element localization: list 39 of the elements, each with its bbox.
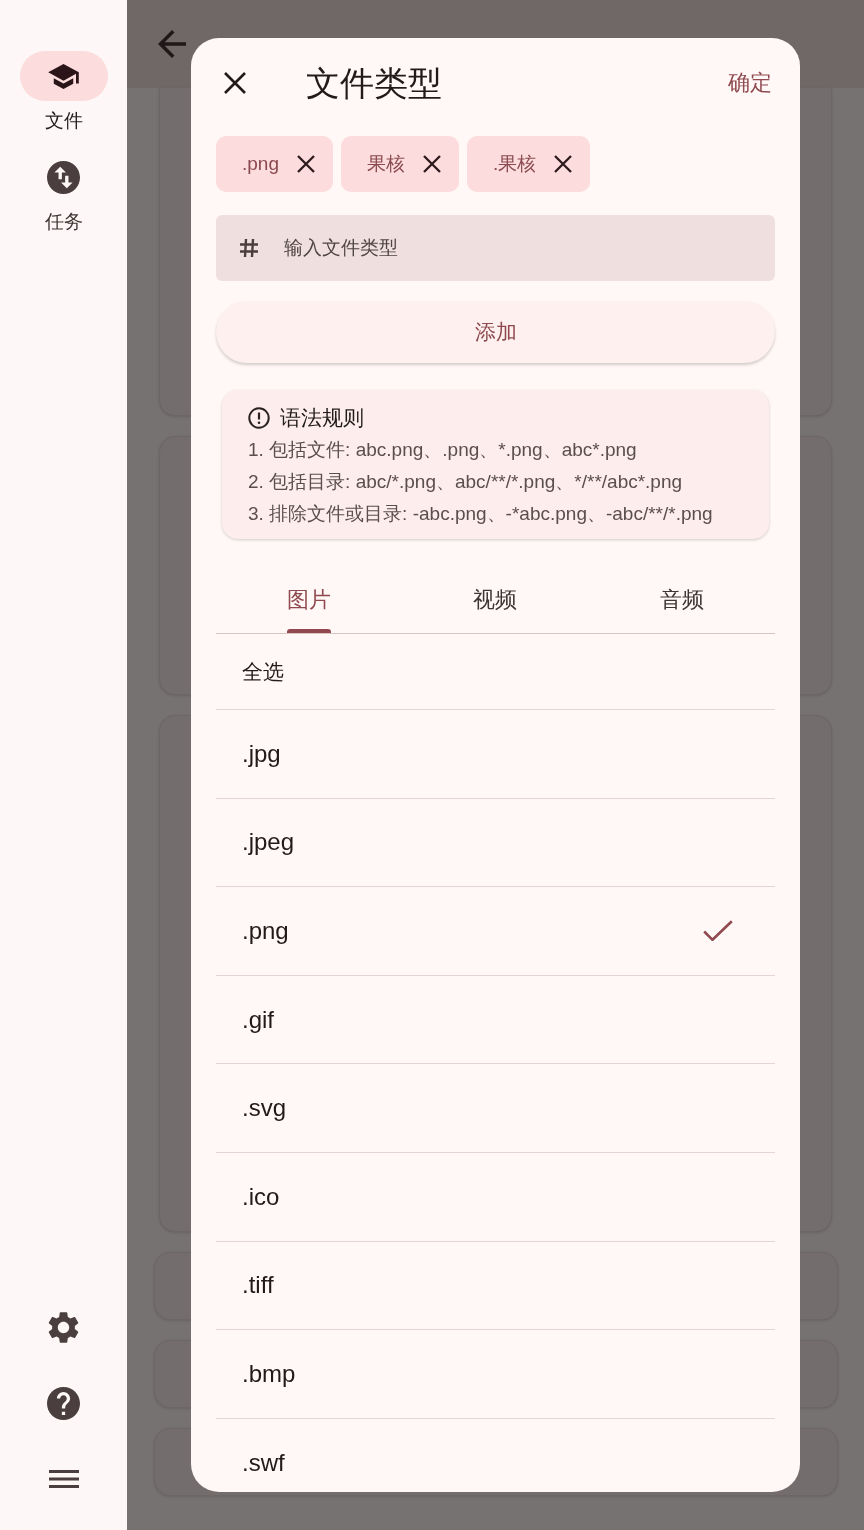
file-type-chip[interactable]: .png — [216, 136, 333, 192]
file-type-option[interactable]: .svg — [216, 1064, 775, 1153]
back-arrow-icon — [158, 30, 186, 58]
close-icon — [224, 72, 246, 94]
rule-line: 3. 排除文件或目录: -abc.png、-*abc.png、-abc/**/*.png — [248, 502, 713, 526]
back-button[interactable] — [156, 28, 188, 60]
dialog-title: 文件类型 — [306, 63, 442, 103]
up-down-arrows-icon — [47, 160, 80, 194]
file-type-option[interactable]: .ico — [216, 1152, 775, 1242]
file-type-option[interactable]: .bmp — [216, 1330, 775, 1419]
hash-icon — [240, 239, 258, 257]
help-icon — [47, 1386, 80, 1420]
file-type-option[interactable]: .jpeg — [216, 798, 775, 888]
file-type-input[interactable]: 输入文件类型 — [216, 215, 775, 281]
file-type-chip[interactable]: 果核 — [341, 136, 459, 192]
file-type-option[interactable]: .jpg — [216, 710, 775, 799]
remove-icon — [423, 155, 441, 173]
rule-line: 2. 包括目录: abc/*.png、abc/**/*.png、*/**/abc*.png — [248, 470, 683, 494]
select-all-option[interactable]: 全选 — [216, 634, 775, 710]
tab[interactable]: 视频 — [402, 566, 589, 633]
graduation-cap-icon — [48, 63, 79, 89]
add-button[interactable]: 添加 — [216, 301, 775, 363]
rule-line: 1. 包括文件: abc.png、.png、*.png、abc*.png — [248, 438, 637, 462]
tab[interactable]: 音频 — [588, 566, 775, 633]
info-icon — [248, 407, 270, 429]
rules-title: 语法规则 — [280, 405, 364, 432]
file-type-option[interactable]: .png — [216, 887, 775, 976]
remove-icon — [297, 155, 315, 173]
file-type-option[interactable]: .tiff — [216, 1241, 775, 1331]
file-type-chip[interactable]: .果核 — [467, 136, 591, 192]
file-type-option[interactable]: .gif — [216, 975, 775, 1065]
check-icon — [703, 920, 733, 942]
nav-rail-item[interactable]: 任务 — [19, 152, 108, 234]
file-type-option[interactable]: .swf — [216, 1418, 775, 1492]
remove-icon — [554, 155, 573, 173]
confirm-button[interactable]: 确定 — [728, 69, 772, 97]
menu-icon — [48, 1470, 79, 1488]
settings-icon — [48, 1311, 79, 1343]
tab[interactable]: 图片 — [216, 566, 403, 633]
